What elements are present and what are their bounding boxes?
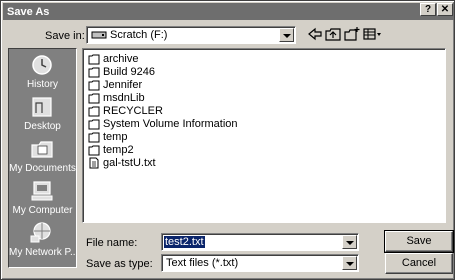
list-item[interactable]: msdnLib: [88, 91, 145, 104]
file-name: archive: [103, 52, 139, 65]
desktop-icon: [32, 97, 52, 117]
list-item[interactable]: temp: [88, 130, 127, 143]
list-item[interactable]: archive: [88, 52, 138, 65]
places-my-network[interactable]: My Network P...: [9, 219, 76, 261]
drive-icon: [91, 31, 107, 39]
save-in-value: Scratch (F:): [110, 29, 168, 41]
places-my-documents-label: My Documents: [9, 163, 76, 174]
save-as-dialog: Save As ? ✕ Save in: Scratch (F:) Histor…: [0, 0, 455, 280]
folder-icon: [88, 93, 100, 103]
file-name: temp: [103, 130, 128, 143]
folder-icon: [88, 106, 100, 116]
list-item[interactable]: gal-tstU.txt: [88, 156, 156, 169]
save-in-label: Save in:: [45, 30, 85, 42]
places-history[interactable]: History: [9, 51, 76, 93]
file-name: Build 9246: [103, 65, 155, 78]
file-name: gal-tstU.txt: [103, 156, 156, 169]
new-folder-icon[interactable]: [343, 26, 361, 42]
title-bar[interactable]: Save As: [3, 3, 454, 20]
places-my-computer-label: My Computer: [12, 205, 73, 216]
save-as-type-dropdown-arrow[interactable]: [342, 256, 357, 270]
dialog-title: Save As: [7, 5, 50, 18]
folder-icon: [88, 119, 100, 129]
places-my-network-label: My Network P...: [9, 247, 76, 258]
close-button[interactable]: ✕: [437, 3, 453, 16]
file-name: Jennifer: [103, 78, 143, 91]
list-item[interactable]: System Volume Information: [88, 117, 238, 130]
text-file-icon: [89, 157, 99, 168]
help-button[interactable]: ?: [420, 3, 436, 16]
history-icon: [32, 55, 52, 75]
folder-icon: [88, 80, 100, 90]
file-name-input[interactable]: test2.txt: [161, 233, 359, 251]
up-folder-icon[interactable]: [324, 26, 342, 42]
folder-icon: [88, 132, 100, 142]
save-in-dropdown-arrow[interactable]: [279, 28, 294, 42]
file-name-label: File name:: [86, 237, 138, 249]
list-item[interactable]: temp2: [88, 143, 134, 156]
save-in-dropdown[interactable]: Scratch (F:): [86, 26, 296, 44]
my-computer-icon: [31, 181, 53, 201]
save-button[interactable]: Save: [384, 230, 454, 253]
file-name: RECYCLER: [103, 104, 163, 117]
places-bar: History Desktop My Documents My Computer: [8, 48, 77, 268]
network-places-icon: [30, 222, 51, 243]
my-documents-icon: [31, 141, 53, 158]
folder-icon: [88, 67, 100, 77]
file-name: msdnLib: [103, 91, 145, 104]
file-name-dropdown-arrow[interactable]: [342, 235, 357, 249]
file-list[interactable]: archive Build 9246 Jennifer msdnLib RECY…: [82, 48, 446, 223]
save-as-type-value: Text files (*.txt): [166, 257, 239, 269]
save-as-type-dropdown[interactable]: Text files (*.txt): [161, 254, 359, 272]
list-item[interactable]: Build 9246: [88, 65, 155, 78]
file-name: temp2: [103, 143, 134, 156]
list-item[interactable]: Jennifer: [88, 78, 142, 91]
places-desktop[interactable]: Desktop: [9, 93, 76, 135]
cancel-button[interactable]: Cancel: [385, 253, 453, 274]
places-my-documents[interactable]: My Documents: [9, 135, 76, 177]
file-name: System Volume Information: [103, 117, 238, 130]
list-item[interactable]: RECYCLER: [88, 104, 163, 117]
places-history-label: History: [26, 79, 59, 90]
folder-icon: [88, 145, 100, 155]
save-as-type-label: Save as type:: [86, 258, 153, 270]
places-desktop-label: Desktop: [24, 121, 61, 132]
file-name-value: test2.txt: [164, 236, 205, 248]
places-my-computer[interactable]: My Computer: [9, 177, 76, 219]
views-menu-icon[interactable]: [362, 26, 382, 42]
back-icon[interactable]: [306, 26, 324, 42]
folder-icon: [88, 54, 100, 64]
